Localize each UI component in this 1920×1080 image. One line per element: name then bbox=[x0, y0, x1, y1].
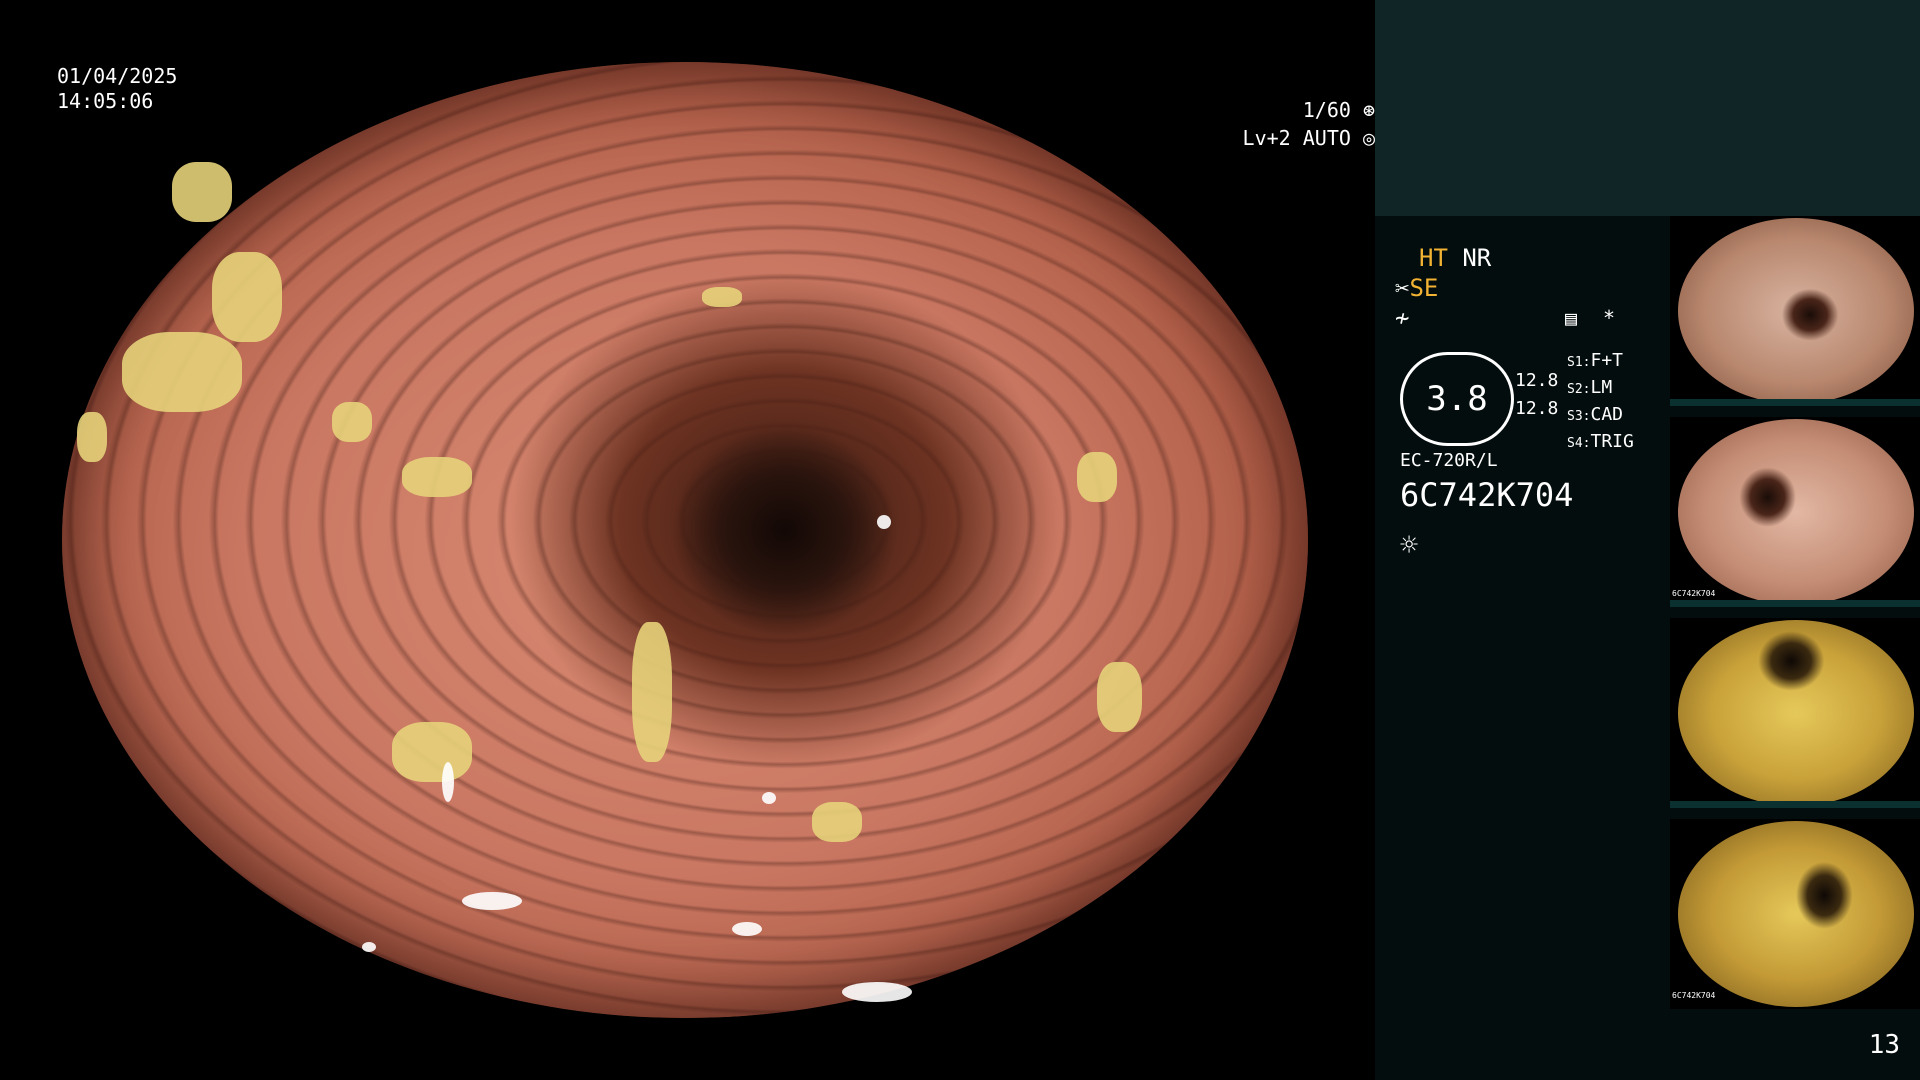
specular-glare bbox=[877, 515, 891, 529]
scissors-icon: ✂ bbox=[1395, 274, 1410, 302]
thumbnail-bar bbox=[1670, 600, 1920, 607]
scope-serial: 6C742K704 bbox=[1400, 476, 1574, 514]
thumbnail-image bbox=[1678, 419, 1914, 605]
scope-model: EC-720R/L bbox=[1400, 450, 1498, 471]
thumbnail-image bbox=[1678, 821, 1914, 1007]
s1-value: F+T bbox=[1590, 350, 1623, 371]
switch-list: S1:F+T S2:LM S3:CAD S4:TRIG bbox=[1567, 348, 1634, 456]
value-lower: 12.8 bbox=[1515, 398, 1559, 419]
ht-indicator: HT bbox=[1419, 244, 1448, 272]
gauge-value: 3.8 bbox=[1426, 379, 1488, 419]
memory-card-icon: ▤ bbox=[1565, 306, 1578, 330]
endoscope-view: 01/04/2025 14:05:06 1/60 ⊛ Lv+2 AUTO ◎ bbox=[0, 0, 1375, 1080]
residue-spot bbox=[1077, 452, 1117, 502]
thumbnail[interactable] bbox=[1670, 618, 1920, 808]
value-upper: 12.8 bbox=[1515, 370, 1559, 391]
residue-spot bbox=[332, 402, 372, 442]
residue-spot bbox=[702, 287, 742, 307]
specular-glare bbox=[732, 922, 762, 936]
s4-value: TRIG bbox=[1590, 431, 1634, 452]
s3-value: CAD bbox=[1590, 404, 1623, 425]
sun-icon: ☼ bbox=[1400, 528, 1419, 563]
residue-spot bbox=[812, 802, 862, 842]
endoscopic-image bbox=[62, 62, 1308, 1018]
nr-indicator: NR bbox=[1462, 244, 1492, 272]
thumbnail[interactable]: 6C742K704 bbox=[1670, 417, 1920, 607]
asterisk-indicator: * bbox=[1603, 306, 1616, 330]
specular-glare bbox=[842, 982, 912, 1002]
thumbnail-label: 6C742K704 bbox=[1672, 589, 1716, 598]
s2-label: S2: bbox=[1567, 382, 1591, 397]
residue-spot bbox=[632, 622, 672, 762]
residue-spot bbox=[1097, 662, 1142, 732]
thumbnail-image bbox=[1678, 218, 1914, 404]
top-mask bbox=[0, 0, 1375, 62]
s4-label: S4: bbox=[1567, 436, 1591, 451]
date-text: 01/04/2025 bbox=[57, 64, 178, 88]
specular-glare bbox=[762, 792, 776, 804]
specular-glare bbox=[442, 762, 454, 802]
s1-label: S1: bbox=[1567, 355, 1591, 370]
specular-glare bbox=[362, 942, 376, 952]
shutter-text: 1/60 bbox=[1302, 98, 1351, 122]
residue-spot bbox=[172, 162, 232, 222]
thumbnail-label: 6C742K704 bbox=[1672, 991, 1716, 1000]
s2-value: LM bbox=[1590, 377, 1613, 398]
aperture-icon: ⊛ bbox=[1362, 98, 1375, 122]
exposure-info: 1/60 ⊛ Lv+2 AUTO ◎ bbox=[45, 96, 1375, 152]
thumbnail-bar bbox=[1670, 399, 1920, 406]
residue-spot bbox=[392, 722, 472, 782]
residue-spot bbox=[77, 412, 107, 462]
bottom-mask bbox=[0, 1018, 1375, 1080]
auto-iris-icon: ◎ bbox=[1362, 126, 1375, 150]
thumbnail-strip[interactable]: 6C742K704 6C742K704 bbox=[1670, 216, 1920, 1020]
status-block: HT NR ✂SE ≁ bbox=[1395, 243, 1491, 333]
panel-header bbox=[1375, 0, 1920, 216]
gauge: 3.8 bbox=[1400, 352, 1514, 446]
specular-glare bbox=[462, 892, 522, 910]
thumbnail-image bbox=[1678, 620, 1914, 806]
page-number: 13 bbox=[1868, 1030, 1900, 1060]
lightning-icon: ≁ bbox=[1395, 304, 1410, 332]
residue-spot bbox=[212, 252, 282, 342]
s3-label: S3: bbox=[1567, 409, 1591, 424]
level-text: Lv+2 AUTO bbox=[1242, 126, 1351, 150]
thumbnail[interactable] bbox=[1670, 216, 1920, 406]
residue-spot bbox=[122, 332, 242, 412]
se-indicator: SE bbox=[1409, 274, 1439, 302]
side-panel: HT NR ✂SE ≁ ▤ * 3.8 12.8 12.8 S1:F+T S2:… bbox=[1375, 0, 1920, 1080]
scope-vignette bbox=[62, 62, 1308, 1018]
residue-spot bbox=[402, 457, 472, 497]
thumbnail-bar bbox=[1670, 801, 1920, 808]
thumbnail[interactable]: 6C742K704 bbox=[1670, 819, 1920, 1009]
